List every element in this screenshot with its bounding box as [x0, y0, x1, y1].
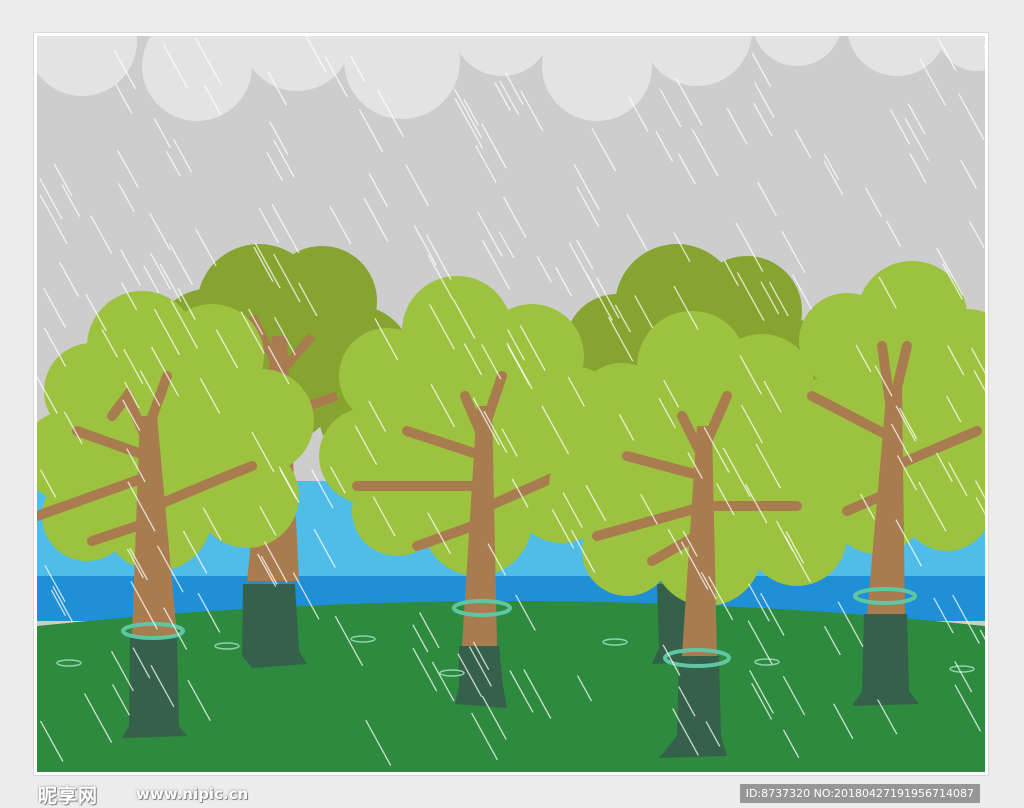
watermark-logo: 昵享网 [38, 785, 99, 807]
rainy-forest-scene [37, 36, 985, 772]
watermark-url: www.nipic.cn [136, 785, 249, 803]
watermark-id: ID:8737320 NO:20180427191956714087 [739, 784, 980, 803]
illustration-frame: 昵享网 www.nipic.cn ID:8737320 NO:201804271… [33, 32, 989, 807]
